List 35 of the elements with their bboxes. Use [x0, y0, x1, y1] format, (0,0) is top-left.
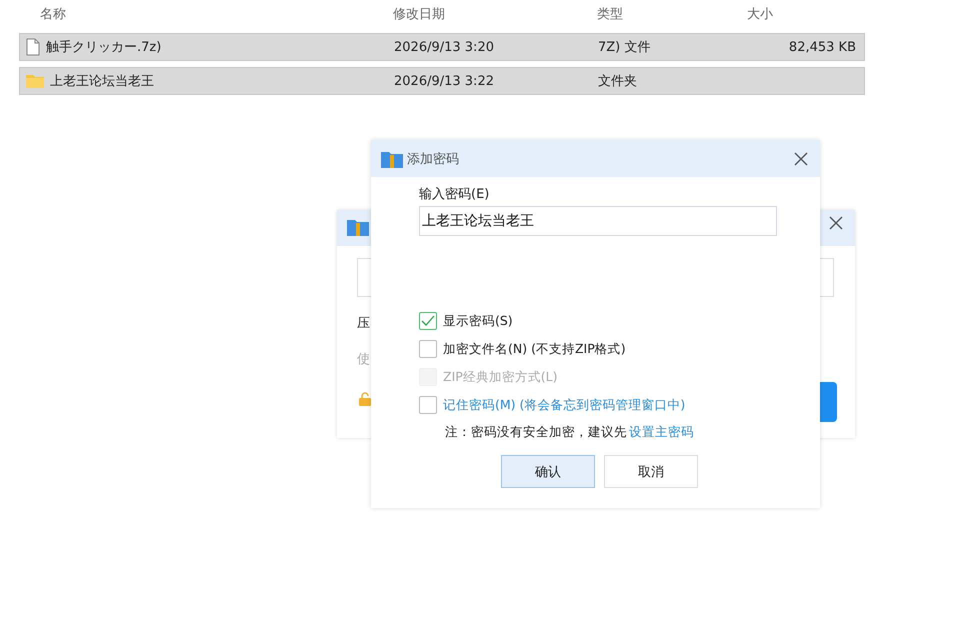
- hint-text: 使: [357, 351, 370, 368]
- folder-icon: [26, 74, 44, 88]
- date-cell-text: 2026/9/13 3:20: [394, 40, 495, 54]
- option-link[interactable]: 记住密码(M) (将会备忘到密码管理窗口中): [443, 396, 686, 414]
- file-icon: [26, 38, 40, 56]
- column-header[interactable]: 大小: [747, 5, 855, 23]
- dialog-title: 添加密码: [407, 150, 460, 168]
- field-label: 输入密码(E): [419, 186, 490, 203]
- column-header[interactable]: 名称: [19, 5, 393, 23]
- file-name: 触手クリッカー.7z): [46, 39, 162, 56]
- lock-icon: [359, 392, 371, 406]
- type-cell-text: 文件夹: [598, 73, 638, 90]
- type-cell-text: 7Z) 文件: [598, 39, 652, 56]
- archive-folder-icon: [381, 150, 403, 168]
- archive-folder-icon: [347, 218, 369, 236]
- column-header[interactable]: 类型: [597, 5, 747, 23]
- option-label[interactable]: 显示密码(S): [443, 312, 513, 330]
- size-cell-text: 82,453 KB: [788, 40, 856, 54]
- note-text: 注：密码没有安全加密，建议先: [445, 424, 627, 441]
- close-icon[interactable]: [829, 216, 843, 230]
- file-row[interactable]: 上老王论坛当老王 2026/9/13 3:22 文件夹: [19, 67, 865, 95]
- label-text: 压: [357, 315, 370, 332]
- close-icon[interactable]: [794, 152, 808, 166]
- set-master-password-link[interactable]: 设置主密码: [629, 424, 694, 441]
- confirm-button[interactable]: 确认: [501, 455, 595, 488]
- checkbox[interactable]: [419, 396, 437, 414]
- cancel-button[interactable]: 取消: [604, 455, 698, 488]
- option-label[interactable]: 加密文件名(N) (不支持ZIP格式): [443, 340, 626, 358]
- password-field[interactable]: 上老王论坛当老王: [419, 206, 777, 236]
- column-header[interactable]: 修改日期: [393, 5, 597, 23]
- checkbox[interactable]: [419, 340, 437, 358]
- file-row[interactable]: 触手クリッカー.7z) 2026/9/13 3:20 7Z) 文件 82,453 KB: [19, 33, 865, 61]
- date-cell-text: 2026/9/13 3:22: [394, 74, 495, 88]
- checkbox[interactable]: [419, 312, 437, 330]
- file-name: 上老王论坛当老王: [50, 73, 154, 90]
